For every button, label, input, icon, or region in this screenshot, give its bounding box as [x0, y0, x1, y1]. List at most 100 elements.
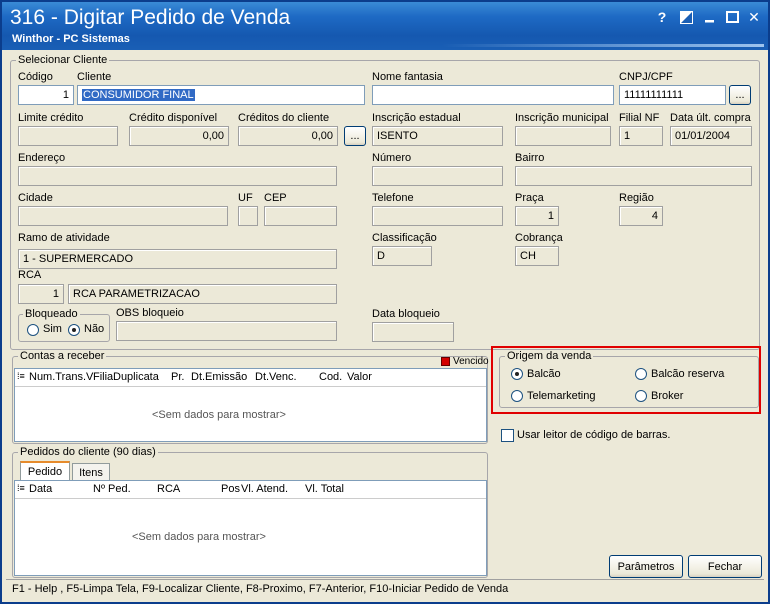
pedidos-grid-menu-icon[interactable]: ⁞≡ — [17, 483, 25, 493]
contas-grid-header: ⁞≡ Num.Trans.V Filia Duplicata Pr. Dt.Em… — [15, 369, 486, 387]
col-valor[interactable]: Valor — [347, 371, 372, 383]
bloqueado-nao-radio[interactable] — [68, 324, 80, 336]
col-vl-total[interactable]: Vl. Total — [305, 483, 344, 495]
creditos-lookup-button[interactable]: ... — [344, 126, 366, 146]
cidade-label: Cidade — [18, 192, 53, 204]
cnpj-lookup-button[interactable]: ... — [729, 85, 751, 105]
inscricao-municipal-label: Inscrição municipal — [515, 112, 609, 124]
cliente-input[interactable]: CONSUMIDOR FINAL — [77, 85, 365, 105]
bloqueado-sim-label: Sim — [43, 323, 62, 335]
nome-fantasia-input[interactable] — [372, 85, 614, 105]
title-bar-divider — [442, 44, 764, 47]
limite-credito-label: Limite crédito — [18, 112, 84, 124]
cliente-input-value: CONSUMIDOR FINAL — [82, 89, 195, 101]
origem-venda-title: Origem da venda — [505, 350, 594, 362]
close-button[interactable]: ✕ — [744, 8, 764, 26]
col-vl-atend[interactable]: Vl. Atend. — [241, 483, 288, 495]
contas-receber-grid[interactable]: ⁞≡ Num.Trans.V Filia Duplicata Pr. Dt.Em… — [14, 368, 487, 442]
ramo-atividade-label: Ramo de atividade — [18, 232, 110, 244]
col-num-trans[interactable]: Num.Trans.V — [29, 371, 93, 383]
col-pos[interactable]: Pos — [221, 483, 240, 495]
status-bar: F1 - Help , F5-Limpa Tela, F9-Localizar … — [6, 579, 764, 598]
limite-credito-field — [18, 126, 118, 146]
creditos-cliente-field: 0,00 — [238, 126, 338, 146]
data-bloqueio-label: Data bloqueio — [372, 308, 440, 320]
vencido-swatch — [441, 357, 450, 366]
cnpj-label: CNPJ/CPF — [619, 71, 673, 83]
col-num-ped[interactable]: Nº Ped. — [93, 483, 131, 495]
leitor-checkbox[interactable] — [501, 429, 514, 442]
telefone-field — [372, 206, 503, 226]
inscricao-estadual-label: Inscrição estadual — [372, 112, 461, 124]
cep-label: CEP — [264, 192, 287, 204]
telefone-label: Telefone — [372, 192, 414, 204]
maximize-icon[interactable] — [722, 8, 742, 26]
cep-field — [264, 206, 337, 226]
toggle-icon[interactable] — [676, 8, 696, 26]
tab-itens[interactable]: Itens — [72, 463, 110, 481]
parametros-button[interactable]: Parâmetros — [609, 555, 683, 578]
col-pr[interactable]: Pr. — [171, 371, 184, 383]
origem-broker-radio[interactable] — [635, 390, 647, 402]
contas-empty-text: <Sem dados para mostrar> — [152, 409, 286, 421]
numero-label: Número — [372, 152, 412, 164]
origem-telemarketing-radio[interactable] — [511, 390, 523, 402]
grid-menu-icon[interactable]: ⁞≡ — [17, 371, 25, 381]
filial-nf-field: 1 — [619, 126, 663, 146]
origem-broker-label: Broker — [651, 390, 684, 402]
obs-bloqueio-field — [116, 321, 337, 341]
bloqueado-nao-label: Não — [84, 323, 105, 335]
leitor-label: Usar leitor de código de barras. — [517, 429, 671, 441]
obs-bloqueio-label: OBS bloqueio — [116, 307, 184, 319]
col-filial[interactable]: Filia — [93, 371, 113, 383]
vencido-label: Vencido — [453, 356, 489, 367]
cnpj-input[interactable]: 11111111111 — [619, 85, 726, 105]
classificacao-field: D — [372, 246, 432, 266]
codigo-input[interactable]: 1 — [18, 85, 74, 105]
form-body: Selecionar Cliente Código 1 Cliente CONS… — [6, 50, 764, 598]
bairro-label: Bairro — [515, 152, 545, 164]
bloqueado-sim-radio[interactable] — [27, 324, 39, 336]
tab-pedido[interactable]: Pedido — [20, 461, 70, 481]
col-dt-venc[interactable]: Dt.Venc. — [255, 371, 297, 383]
window-subtitle: Winthor - PC Sistemas — [12, 33, 130, 45]
uf-field — [238, 206, 258, 226]
ramo-atividade-field: 1 - SUPERMERCADO — [18, 249, 337, 269]
cobranca-field: CH — [515, 246, 559, 266]
endereco-field — [18, 166, 337, 186]
col-rca[interactable]: RCA — [157, 483, 180, 495]
origem-telemarketing-label: Telemarketing — [527, 390, 596, 402]
inscricao-municipal-field — [515, 126, 611, 146]
cobranca-label: Cobrança — [515, 232, 563, 244]
bairro-field — [515, 166, 752, 186]
filial-nf-label: Filial NF — [619, 112, 660, 124]
origem-balcao-radio[interactable] — [511, 368, 523, 380]
origem-balcao-reserva-radio[interactable] — [635, 368, 647, 380]
rca-name-field: RCA PARAMETRIZACAO — [68, 284, 337, 304]
codigo-label: Código — [18, 71, 53, 83]
window-title: 316 - Digitar Pedido de Venda — [10, 6, 291, 29]
fechar-button[interactable]: Fechar — [688, 555, 762, 578]
credito-disponivel-label: Crédito disponível — [129, 112, 218, 124]
col-dt-emissao[interactable]: Dt.Emissão — [191, 371, 247, 383]
col-data[interactable]: Data — [29, 483, 52, 495]
data-bloqueio-field — [372, 322, 454, 342]
inscricao-estadual-field: ISENTO — [372, 126, 503, 146]
creditos-cliente-label: Créditos do cliente — [238, 112, 330, 124]
col-duplicata[interactable]: Duplicata — [113, 371, 159, 383]
minimize-icon[interactable] — [700, 8, 720, 26]
col-cod[interactable]: Cod. — [319, 371, 342, 383]
data-ult-compra-label: Data últ. compra — [670, 112, 751, 124]
regiao-label: Região — [619, 192, 654, 204]
bloqueado-label: Bloqueado — [23, 308, 80, 320]
contas-receber-title: Contas a receber — [18, 350, 107, 362]
credito-disponivel-field: 0,00 — [129, 126, 229, 146]
rca-code-field: 1 — [18, 284, 64, 304]
nome-fantasia-label: Nome fantasia — [372, 71, 443, 83]
help-button[interactable]: ? — [652, 8, 672, 26]
pedidos-grid[interactable]: ⁞≡ Data Nº Ped. RCA Pos Vl. Atend. Vl. T… — [14, 480, 487, 576]
classificacao-label: Classificação — [372, 232, 437, 244]
rca-label: RCA — [18, 269, 42, 281]
title-bar[interactable]: 316 - Digitar Pedido de Venda Winthor - … — [2, 2, 768, 50]
origem-balcao-reserva-label: Balcão reserva — [651, 368, 725, 380]
